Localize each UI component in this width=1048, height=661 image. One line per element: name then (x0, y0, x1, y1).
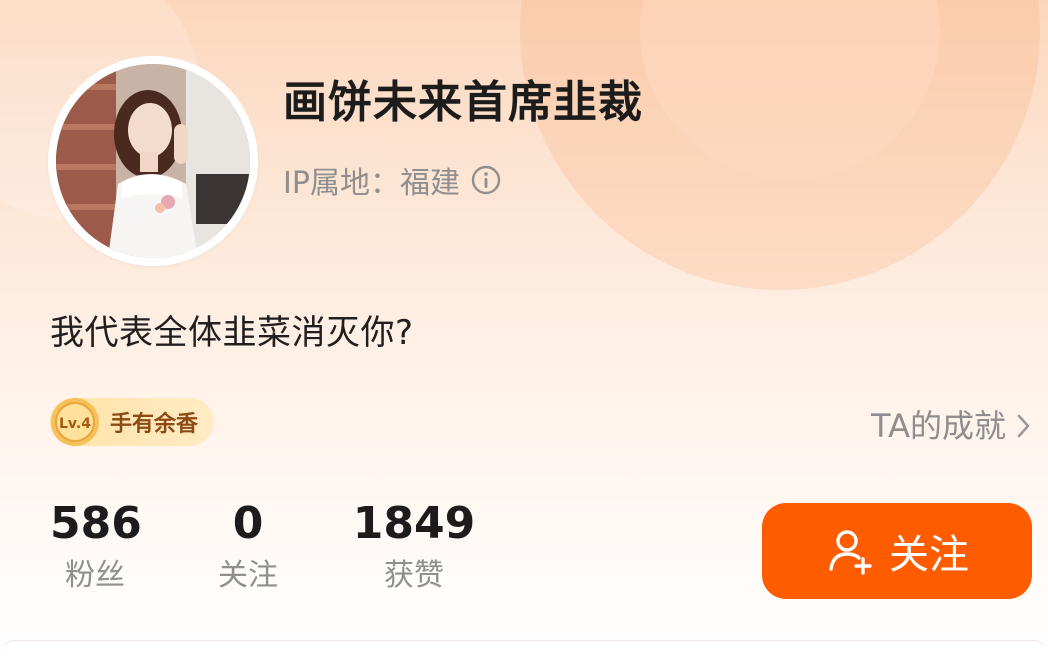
avatar-photo (56, 64, 250, 258)
level-medal-icon: Lv.4 (48, 395, 102, 449)
add-user-icon (825, 525, 877, 577)
level-number: Lv.4 (59, 416, 91, 432)
follow-button-label: 关注 (889, 532, 969, 578)
chevron-right-icon (1016, 410, 1032, 438)
content-card-edge (0, 640, 1048, 661)
follow-button[interactable]: 关注 (762, 503, 1032, 599)
avatar-photo-icon (56, 64, 250, 258)
bio-text: 我代表全体韭菜消灭你? (50, 313, 414, 353)
ip-location-row: IP属地：福建 (283, 158, 502, 202)
stat-likes-label: 获赞 (384, 558, 444, 593)
stat-likes[interactable]: 1849 获赞 (352, 498, 476, 598)
achievement-link[interactable]: TA的成就 (871, 402, 1032, 446)
ip-location-text: IP属地：福建 (283, 166, 460, 201)
avatar[interactable] (48, 56, 258, 266)
achievement-label: TA的成就 (871, 407, 1006, 445)
stat-following[interactable]: 0 关注 (208, 498, 288, 598)
info-icon[interactable] (470, 164, 502, 196)
stat-following-label: 关注 (218, 558, 278, 593)
stat-fans-value: 586 (50, 498, 142, 549)
stat-likes-value: 1849 (352, 498, 476, 549)
stat-fans[interactable]: 586 粉丝 (50, 498, 142, 598)
level-title: 手有余香 (110, 412, 199, 437)
stat-following-value: 0 (232, 498, 264, 549)
stat-fans-label: 粉丝 (65, 558, 125, 593)
username: 画饼未来首席韭裁 (283, 77, 643, 128)
level-badge[interactable]: Lv.4 手有余香 (48, 395, 215, 449)
